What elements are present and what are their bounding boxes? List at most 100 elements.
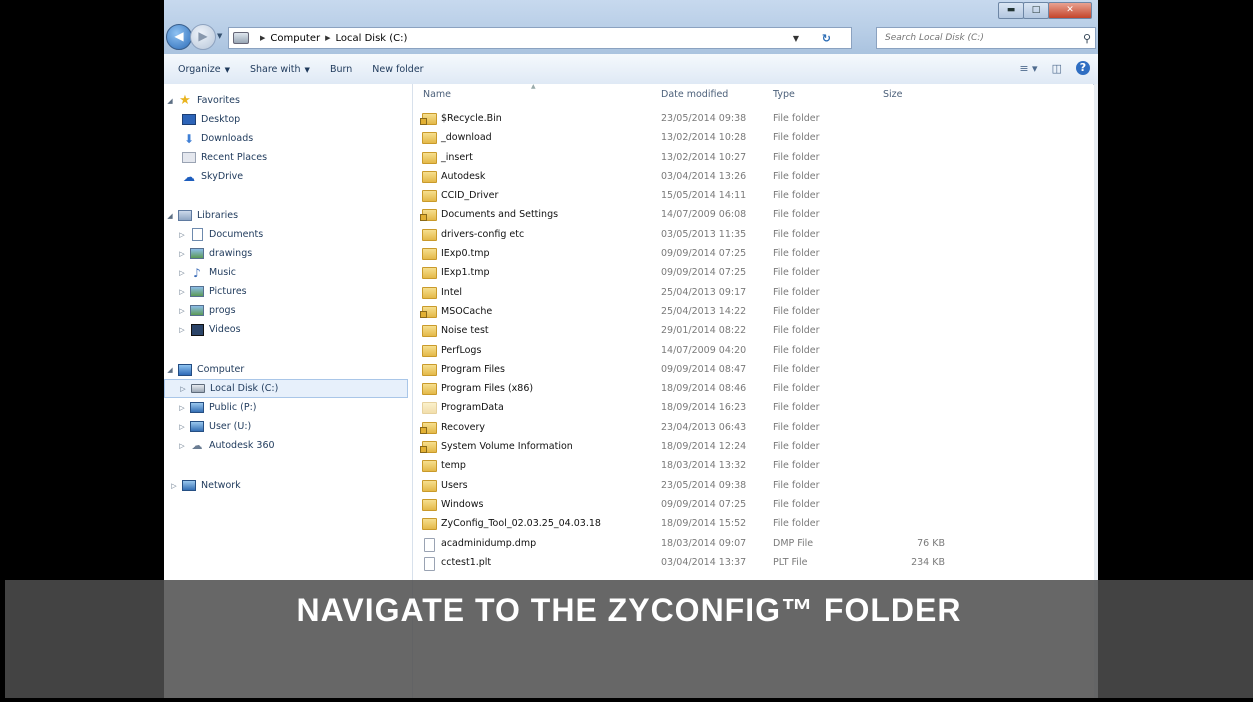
file-row[interactable]: MSOCache 25/04/2013 14:22 File folder bbox=[413, 303, 1093, 322]
file-row[interactable]: cctest1.plt 03/04/2014 13:37 PLT File 234 K… bbox=[413, 554, 1093, 573]
maximize-button[interactable]: □ bbox=[1023, 2, 1049, 19]
search-box[interactable]: ⚲ bbox=[876, 27, 1096, 49]
expand-arrow-icon[interactable]: ▷ bbox=[176, 404, 188, 412]
expand-arrow-icon[interactable]: ◢ bbox=[164, 97, 176, 105]
nav-item-label: Local Disk (C:) bbox=[210, 383, 279, 394]
nav-item-autodesk-360[interactable]: ▷ ☁ Autodesk 360 bbox=[164, 436, 412, 455]
file-name: Windows bbox=[441, 498, 484, 510]
close-button[interactable]: ✕ bbox=[1048, 2, 1092, 19]
forward-button[interactable]: ▶ bbox=[190, 24, 216, 50]
file-row[interactable]: IExp1.tmp 09/09/2014 07:25 File folder bbox=[413, 264, 1093, 283]
file-name: $Recycle.Bin bbox=[441, 113, 502, 124]
search-icon[interactable]: ⚲ bbox=[1083, 32, 1091, 45]
file-row[interactable]: _download 13/02/2014 10:28 File folder bbox=[413, 129, 1093, 148]
nav-item-downloads[interactable]: ⬇ Downloads bbox=[164, 129, 412, 148]
file-row[interactable]: acadminidump.dmp 18/03/2014 09:07 DMP File… bbox=[413, 535, 1093, 554]
nav-item-recent-places[interactable]: Recent Places bbox=[164, 148, 412, 167]
share-with-button[interactable]: Share with ▼ bbox=[250, 64, 310, 75]
file-row[interactable]: ZyConfig_Tool_02.03.25_04.03.18 18/09/201… bbox=[413, 515, 1093, 534]
file-type: File folder bbox=[773, 248, 820, 260]
nav-libraries[interactable]: ◢ Libraries bbox=[164, 206, 412, 225]
folder-icon bbox=[422, 190, 437, 203]
address-dropdown-icon[interactable]: ▼ bbox=[793, 34, 799, 43]
file-row[interactable]: drivers-config etc 03/05/2013 11:35 File f… bbox=[413, 226, 1093, 245]
file-row[interactable]: Program Files (x86) 18/09/2014 08:46 File … bbox=[413, 380, 1093, 399]
new-folder-button[interactable]: New folder bbox=[372, 64, 423, 75]
organize-button[interactable]: Organize ▼ bbox=[178, 64, 230, 75]
videos-icon bbox=[190, 323, 204, 336]
expand-arrow-icon[interactable]: ▷ bbox=[176, 442, 188, 450]
nav-item-videos[interactable]: ▷ Videos bbox=[164, 320, 412, 339]
column-name[interactable]: Name bbox=[423, 89, 451, 100]
file-row[interactable]: Intel 25/04/2013 09:17 File folder bbox=[413, 284, 1093, 303]
minimize-button[interactable]: ▬ bbox=[998, 2, 1024, 19]
file-name: CCID_Driver bbox=[441, 190, 499, 202]
file-type: File folder bbox=[773, 344, 820, 356]
expand-arrow-icon[interactable]: ▷ bbox=[176, 250, 188, 258]
expand-arrow-icon[interactable]: ▷ bbox=[176, 423, 188, 431]
folder-icon bbox=[422, 228, 437, 241]
nav-computer[interactable]: ◢ Computer bbox=[164, 360, 412, 379]
nav-item-music[interactable]: ▷ ♪ Music bbox=[164, 263, 412, 282]
nav-item-user[interactable]: ▷ User (U:) bbox=[164, 417, 412, 436]
file-row[interactable]: IExp0.tmp 09/09/2014 07:25 File folder bbox=[413, 245, 1093, 264]
search-input[interactable] bbox=[883, 32, 1077, 44]
file-date-modified: 18/09/2014 08:46 bbox=[661, 383, 747, 395]
file-row[interactable]: Autodesk 03/04/2014 13:26 File folder bbox=[413, 168, 1093, 187]
column-date-modified[interactable]: Date modified bbox=[661, 89, 728, 100]
file-name: Noise test bbox=[441, 325, 489, 337]
breadcrumb-local-disk[interactable]: Local Disk (C:) bbox=[336, 33, 408, 44]
file-row[interactable]: temp 18/03/2014 13:32 File folder bbox=[413, 457, 1093, 476]
nav-item-desktop[interactable]: Desktop bbox=[164, 110, 412, 129]
file-type: File folder bbox=[773, 325, 820, 337]
help-icon[interactable]: ? bbox=[1076, 61, 1090, 75]
file-row[interactable]: $Recycle.Bin 23/05/2014 09:38 File folder bbox=[413, 110, 1093, 129]
file-row[interactable]: System Volume Information 18/09/2014 12:2… bbox=[413, 438, 1093, 457]
expand-arrow-icon[interactable]: ▷ bbox=[168, 482, 180, 490]
expand-arrow-icon[interactable]: ▷ bbox=[176, 326, 188, 334]
nav-favorites[interactable]: ◢ ★ Favorites bbox=[164, 91, 412, 110]
file-name: cctest1.plt bbox=[441, 556, 492, 568]
file-row[interactable]: Recovery 23/04/2013 06:43 File folder bbox=[413, 419, 1093, 438]
refresh-icon[interactable]: ↻ bbox=[822, 32, 831, 45]
preview-pane-icon[interactable]: ◫ bbox=[1052, 62, 1062, 75]
file-name: Autodesk bbox=[441, 170, 486, 182]
expand-arrow-icon[interactable]: ▷ bbox=[176, 307, 188, 315]
nav-item-documents[interactable]: ▷ Documents bbox=[164, 225, 412, 244]
column-type[interactable]: Type bbox=[773, 89, 795, 100]
file-type: File folder bbox=[773, 383, 820, 395]
burn-button[interactable]: Burn bbox=[330, 64, 352, 75]
file-row[interactable]: Noise test 29/01/2014 08:22 File folder bbox=[413, 322, 1093, 341]
file-row[interactable]: ProgramData 18/09/2014 16:23 File folder bbox=[413, 399, 1093, 418]
file-row[interactable]: Documents and Settings 14/07/2009 06:08 Fi… bbox=[413, 206, 1093, 225]
nav-item-public[interactable]: ▷ Public (P:) bbox=[164, 398, 412, 417]
file-row[interactable]: Windows 09/09/2014 07:25 File folder bbox=[413, 496, 1093, 515]
expand-arrow-icon[interactable]: ◢ bbox=[164, 212, 176, 220]
file-row[interactable]: CCID_Driver 15/05/2014 14:11 File folder bbox=[413, 187, 1093, 206]
nav-item-skydrive[interactable]: ☁ SkyDrive bbox=[164, 167, 412, 186]
file-date-modified: 13/02/2014 10:28 bbox=[661, 132, 747, 144]
nav-item-drawings[interactable]: ▷ drawings bbox=[164, 244, 412, 263]
file-row[interactable]: Program Files 09/09/2014 08:47 File folder bbox=[413, 361, 1093, 380]
change-view-icon[interactable]: ≡ ▾ bbox=[1019, 62, 1037, 75]
file-row[interactable]: PerfLogs 14/07/2009 04:20 File folder bbox=[413, 342, 1093, 361]
nav-network[interactable]: ▷ Network bbox=[164, 476, 412, 495]
expand-arrow-icon[interactable]: ▷ bbox=[177, 385, 189, 393]
column-size[interactable]: Size bbox=[883, 89, 903, 100]
file-name: ProgramData bbox=[441, 402, 504, 414]
nav-item-local-disk[interactable]: ▷ Local Disk (C:) bbox=[164, 379, 408, 398]
breadcrumb-computer[interactable]: Computer bbox=[270, 33, 320, 44]
file-row[interactable]: _insert 13/02/2014 10:27 File folder bbox=[413, 149, 1093, 168]
nav-item-pictures[interactable]: ▷ Pictures bbox=[164, 282, 412, 301]
file-row[interactable]: Users 23/05/2014 09:38 File folder bbox=[413, 477, 1093, 496]
expand-arrow-icon[interactable]: ▷ bbox=[176, 288, 188, 296]
expand-arrow-icon[interactable]: ◢ bbox=[164, 366, 176, 374]
nav-item-progs[interactable]: ▷ progs bbox=[164, 301, 412, 320]
back-button[interactable]: ◀ bbox=[166, 24, 192, 50]
hard-drive-icon bbox=[191, 384, 205, 393]
file-type: File folder bbox=[773, 498, 820, 510]
recent-pages-dropdown[interactable]: ▼ bbox=[217, 32, 222, 40]
address-bar[interactable]: ▶ Computer ▶ Local Disk (C:) ▼ ↻ bbox=[228, 27, 852, 49]
expand-arrow-icon[interactable]: ▷ bbox=[176, 269, 188, 277]
expand-arrow-icon[interactable]: ▷ bbox=[176, 231, 188, 239]
